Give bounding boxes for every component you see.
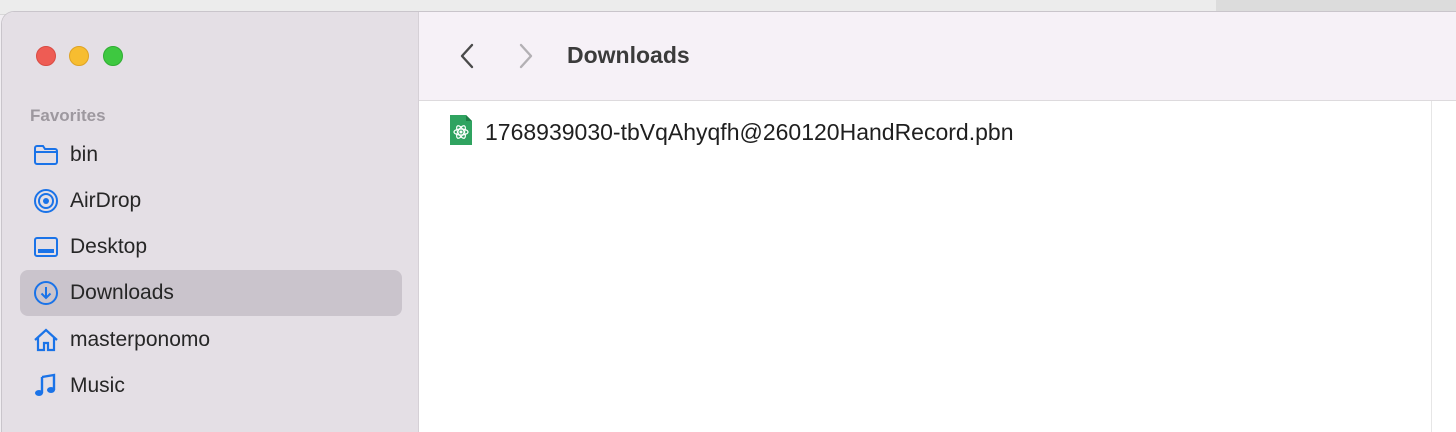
download-icon	[32, 279, 60, 307]
close-button[interactable]	[36, 46, 56, 66]
back-button[interactable]	[455, 42, 479, 70]
finder-window: Favorites bin AirDrop Desktop Downloads	[2, 12, 1456, 432]
file-list: 1768939030-tbVqAhyqfh@260120HandRecord.p…	[419, 101, 1456, 432]
sidebar-item-home[interactable]: masterponomo	[20, 317, 402, 363]
minimize-button[interactable]	[69, 46, 89, 66]
file-item[interactable]: 1768939030-tbVqAhyqfh@260120HandRecord.p…	[449, 114, 1014, 151]
sidebar-item-label: AirDrop	[70, 189, 142, 212]
chevron-right-icon	[519, 43, 533, 69]
file-name: 1768939030-tbVqAhyqfh@260120HandRecord.p…	[485, 118, 1014, 145]
sidebar-section-favorites: Favorites	[30, 106, 106, 125]
sidebar-item-music[interactable]: Music	[20, 363, 402, 409]
folder-icon	[32, 141, 60, 169]
sidebar-item-label: Desktop	[70, 235, 148, 258]
forward-button[interactable]	[514, 42, 538, 70]
airdrop-icon	[32, 187, 60, 215]
sidebar-item-label: masterponomo	[70, 328, 211, 351]
scroll-gutter	[1431, 101, 1456, 432]
sidebar-item-desktop[interactable]: Desktop	[20, 224, 402, 270]
zoom-button[interactable]	[103, 46, 123, 66]
sidebar-item-label: Music	[70, 374, 125, 397]
home-icon	[32, 326, 60, 354]
atom-file-icon	[449, 114, 473, 151]
sidebar-item-bin[interactable]: bin	[20, 132, 402, 178]
sidebar: Favorites bin AirDrop Desktop Downloads	[2, 12, 419, 432]
window-title: Downloads	[567, 42, 690, 68]
sidebar-item-label: Downloads	[70, 281, 174, 304]
music-note-icon	[32, 372, 60, 400]
toolbar: Downloads	[419, 12, 1456, 101]
chevron-left-icon	[460, 43, 474, 69]
desktop-icon	[32, 233, 60, 261]
sidebar-item-label: bin	[70, 143, 99, 166]
sidebar-item-downloads[interactable]: Downloads	[20, 270, 402, 316]
sidebar-item-airdrop[interactable]: AirDrop	[20, 178, 402, 224]
